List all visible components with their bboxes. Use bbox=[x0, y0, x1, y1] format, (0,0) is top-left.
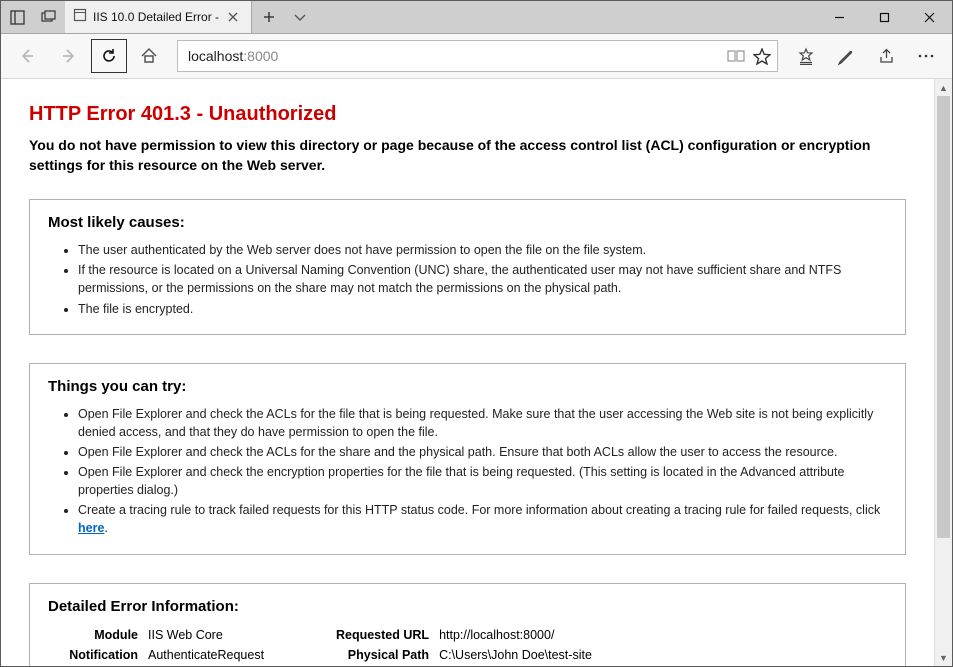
list-item: The file is encrypted. bbox=[78, 300, 887, 318]
forward-button[interactable] bbox=[49, 38, 89, 74]
browser-window: IIS 10.0 Detailed Error - bbox=[0, 0, 953, 667]
reading-view-icon[interactable] bbox=[727, 47, 745, 65]
notification-value: AuthenticateRequest bbox=[148, 645, 264, 665]
tries-heading: Things you can try: bbox=[48, 378, 887, 395]
detailed-error-box: Detailed Error Information: ModuleIIS We… bbox=[29, 583, 906, 666]
address-bar[interactable]: localhost:8000 bbox=[177, 40, 778, 72]
maximize-button[interactable] bbox=[862, 1, 907, 33]
error-title: HTTP Error 401.3 - Unauthorized bbox=[29, 103, 906, 126]
notification-label: Notification bbox=[48, 645, 148, 665]
causes-list: The user authenticated by the Web server… bbox=[48, 241, 887, 318]
module-value: IIS Web Core bbox=[148, 625, 264, 645]
physical-path-value: C:\Users\John Doe\test-site bbox=[439, 645, 592, 665]
favorites-list-icon[interactable] bbox=[786, 38, 826, 74]
most-likely-causes-box: Most likely causes: The user authenticat… bbox=[29, 199, 906, 335]
tab-title: IIS 10.0 Detailed Error - bbox=[93, 10, 219, 24]
requested-url-value: http://localhost:8000/ bbox=[439, 625, 592, 645]
titlebar-left bbox=[1, 1, 65, 33]
detail-table-left: ModuleIIS Web Core NotificationAuthentic… bbox=[48, 625, 264, 666]
page-icon bbox=[73, 8, 87, 27]
error-subtitle: You do not have permission to view this … bbox=[29, 136, 906, 175]
tab-preview-icon[interactable] bbox=[33, 1, 65, 33]
detail-table-right: Requested URLhttp://localhost:8000/ Phys… bbox=[304, 625, 592, 666]
tries-list: Open File Explorer and check the ACLs fo… bbox=[48, 405, 887, 538]
requested-url-label: Requested URL bbox=[304, 625, 439, 645]
tab-dropdown-button[interactable] bbox=[286, 1, 314, 33]
address-text: localhost:8000 bbox=[188, 48, 721, 64]
back-button[interactable] bbox=[7, 38, 47, 74]
minimize-button[interactable] bbox=[817, 1, 862, 33]
viewport: HTTP Error 401.3 - Unauthorized You do n… bbox=[1, 79, 952, 666]
web-notes-icon[interactable] bbox=[826, 38, 866, 74]
logon-method-label: Logon Method bbox=[304, 665, 439, 666]
causes-heading: Most likely causes: bbox=[48, 214, 887, 231]
list-item: The user authenticated by the Web server… bbox=[78, 241, 887, 259]
toolbar-right bbox=[786, 38, 946, 74]
vertical-scrollbar[interactable]: ▲ ▼ bbox=[934, 79, 952, 666]
tracing-here-link[interactable]: here bbox=[78, 521, 104, 535]
scroll-track[interactable] bbox=[935, 96, 952, 649]
refresh-button[interactable] bbox=[91, 39, 127, 73]
list-item: Open File Explorer and check the ACLs fo… bbox=[78, 443, 887, 461]
handler-label: Handler bbox=[48, 665, 148, 666]
share-icon[interactable] bbox=[866, 38, 906, 74]
close-tab-button[interactable] bbox=[225, 9, 241, 25]
list-item: If the resource is located on a Universa… bbox=[78, 261, 887, 297]
favorite-star-icon[interactable] bbox=[753, 47, 771, 65]
new-tab-button[interactable] bbox=[252, 1, 286, 33]
home-button[interactable] bbox=[129, 38, 169, 74]
handler-value: StaticFile bbox=[148, 665, 264, 666]
scroll-down-arrow[interactable]: ▼ bbox=[935, 649, 952, 666]
detail-heading: Detailed Error Information: bbox=[48, 598, 887, 615]
navbar: localhost:8000 bbox=[1, 34, 952, 79]
module-label: Module bbox=[48, 625, 148, 645]
physical-path-label: Physical Path bbox=[304, 645, 439, 665]
list-item: Open File Explorer and check the ACLs fo… bbox=[78, 405, 887, 441]
scroll-thumb[interactable] bbox=[937, 96, 950, 538]
page-content: HTTP Error 401.3 - Unauthorized You do n… bbox=[1, 79, 934, 666]
things-you-can-try-box: Things you can try: Open File Explorer a… bbox=[29, 363, 906, 555]
close-window-button[interactable] bbox=[907, 1, 952, 33]
list-item: Create a tracing rule to track failed re… bbox=[78, 501, 887, 537]
tabs-aside-icon[interactable] bbox=[1, 1, 33, 33]
list-item: Open File Explorer and check the encrypt… bbox=[78, 463, 887, 499]
scroll-up-arrow[interactable]: ▲ bbox=[935, 79, 952, 96]
more-icon[interactable] bbox=[906, 38, 946, 74]
browser-tab[interactable]: IIS 10.0 Detailed Error - bbox=[65, 1, 252, 33]
titlebar: IIS 10.0 Detailed Error - bbox=[1, 1, 952, 34]
logon-method-value: Anonymous bbox=[439, 665, 592, 666]
window-controls bbox=[817, 1, 952, 33]
